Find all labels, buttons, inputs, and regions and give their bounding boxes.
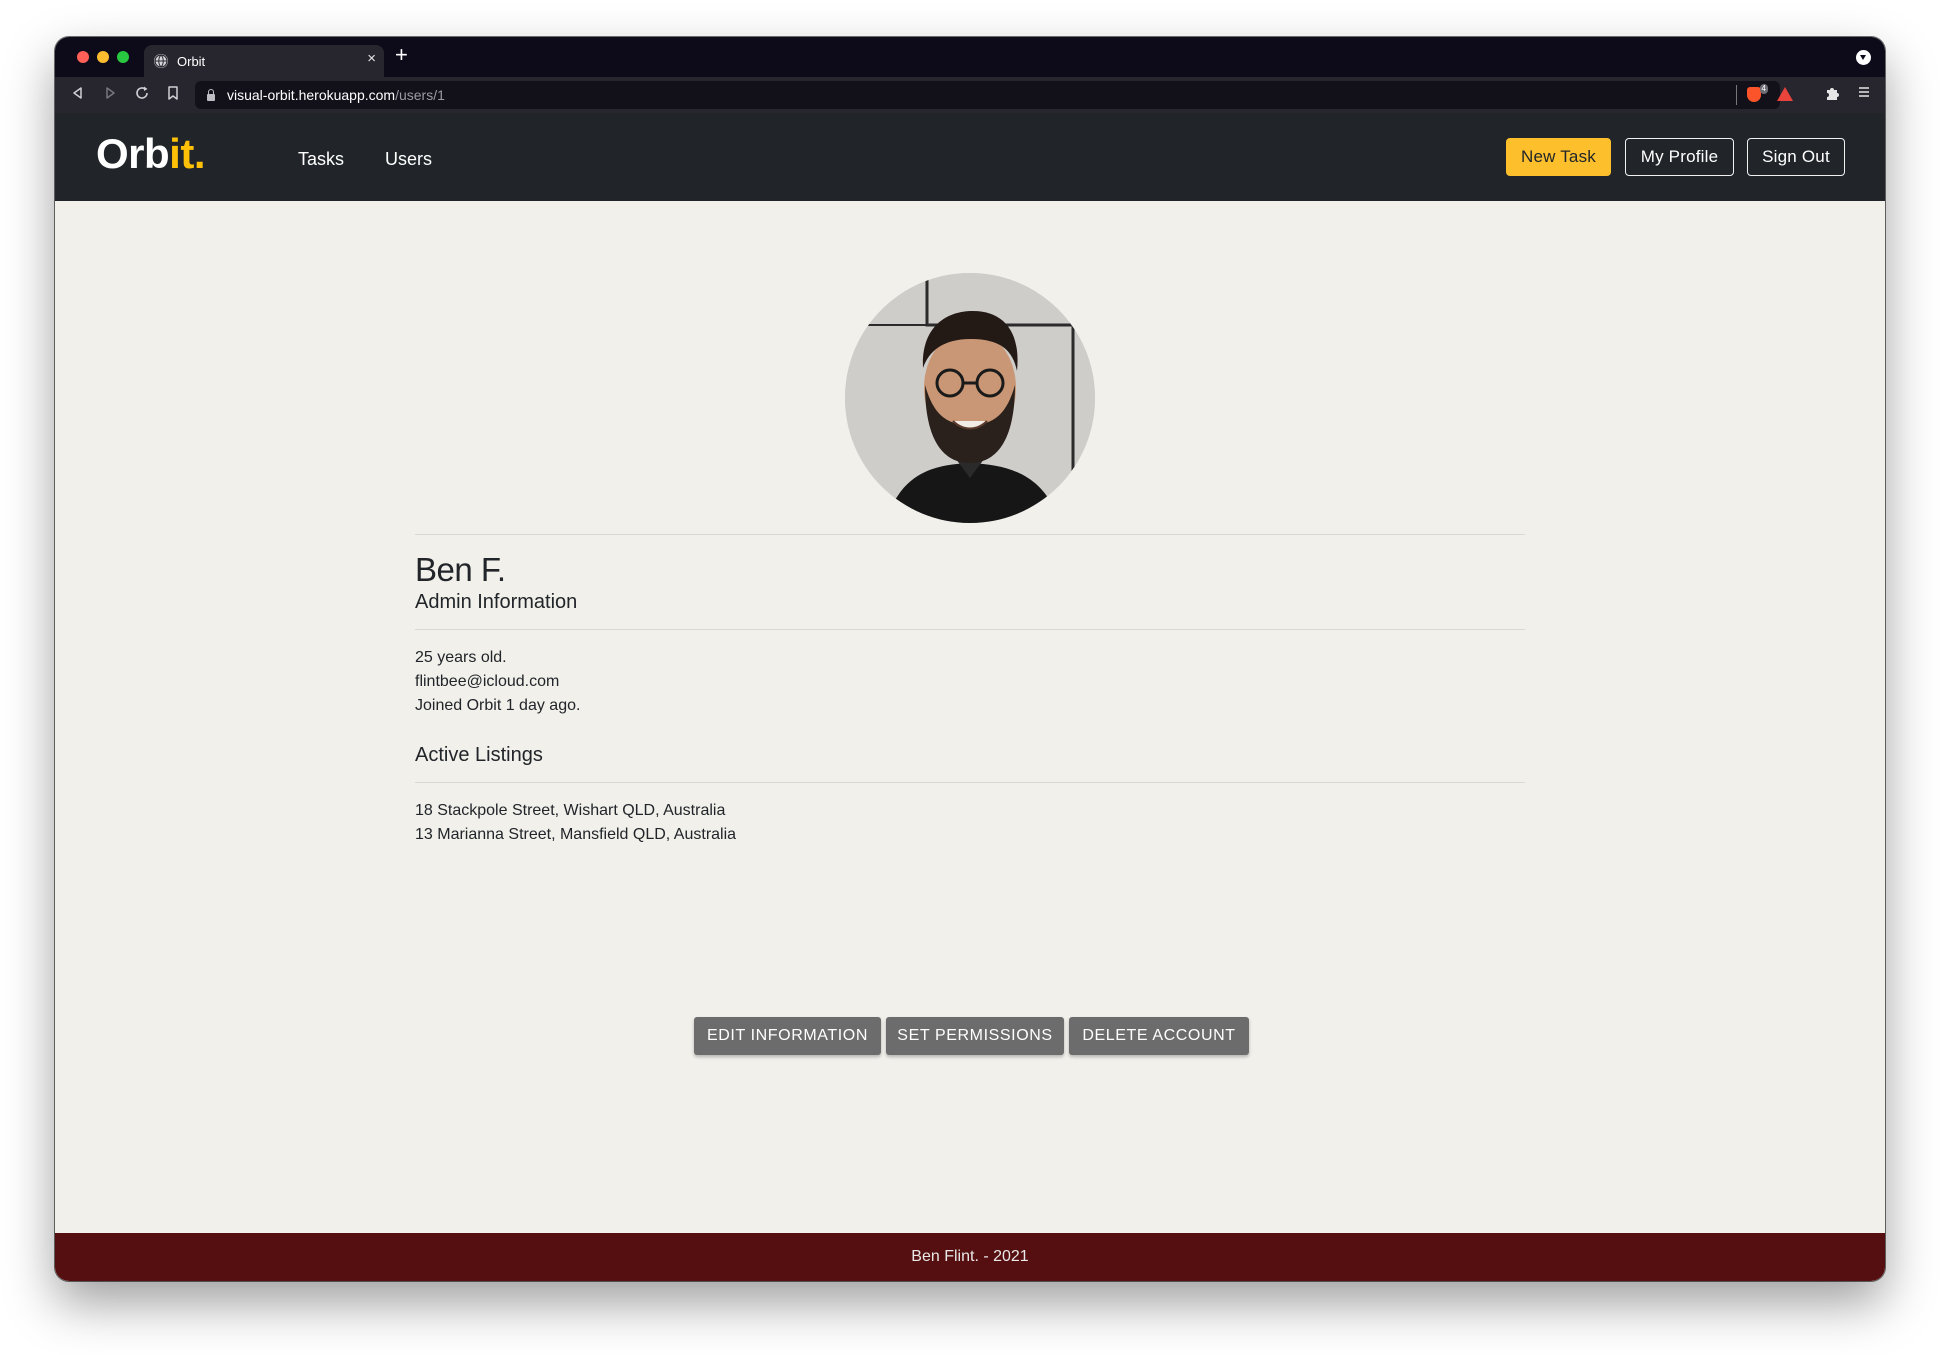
site-navbar: Orbit. Tasks Users New Task My Profile S… [55,113,1885,201]
reload-icon[interactable] [135,86,149,105]
orbit-logo[interactable]: Orbit. [96,130,206,178]
brave-rewards-icon[interactable] [1777,87,1793,101]
site-footer: Ben Flint. - 2021 [55,1233,1885,1281]
minimize-window-button[interactable] [97,51,109,63]
brave-shields-icon[interactable]: 4 [1747,84,1768,102]
divider [415,782,1525,783]
new-tab-button[interactable]: + [395,43,408,67]
divider [415,629,1525,630]
tab-title: Orbit [177,53,206,69]
back-icon[interactable] [71,86,85,105]
extensions-icon[interactable] [1824,85,1840,106]
nav-link-tasks[interactable]: Tasks [298,149,344,170]
new-task-button[interactable]: New Task [1506,138,1611,176]
delete-account-button[interactable]: DELETE ACCOUNT [1069,1017,1249,1055]
close-window-button[interactable] [77,51,89,63]
forward-icon[interactable] [103,86,117,105]
address-bar[interactable]: visual-orbit.herokuapp.com/users/1 [195,81,1780,109]
browser-toolbar: visual-orbit.herokuapp.com/users/1 4 [55,77,1885,113]
tab-strip: Orbit × + [55,37,1885,77]
avatar [845,273,1095,523]
browser-window: Orbit × + visual-orbit.herokuapp.com/use… [55,37,1885,1281]
brand-dot: . [193,130,206,177]
user-joined: Joined Orbit 1 day ago. [415,697,581,714]
divider [415,534,1525,535]
brand-main: Orb [96,130,170,177]
profile-menu-icon[interactable] [1856,50,1871,65]
browser-tab-orbit[interactable]: Orbit × [144,45,384,77]
url-host: visual-orbit.herokuapp.com [227,87,396,103]
toolbar-divider [1736,85,1737,105]
listing-item: 18 Stackpole Street, Wishart QLD, Austra… [415,802,726,819]
page-viewport: Orbit. Tasks Users New Task My Profile S… [55,113,1885,1281]
menu-icon[interactable] [1857,84,1871,104]
lock-icon [207,88,215,101]
close-tab-icon[interactable]: × [367,50,376,67]
brand-accent: it [169,130,194,177]
user-name: Ben F. [415,551,506,588]
user-age: 25 years old. [415,649,507,666]
active-listings-heading: Active Listings [415,744,543,766]
sign-out-button[interactable]: Sign Out [1747,138,1845,176]
shields-count-badge: 4 [1759,84,1768,94]
user-email: flintbee@icloud.com [415,673,560,690]
account-actions: EDIT INFORMATION SET PERMISSIONS DELETE … [694,1017,1249,1055]
url-path: /users/1 [395,87,445,103]
edit-information-button[interactable]: EDIT INFORMATION [694,1017,881,1055]
globe-icon [154,54,168,68]
listing-item: 13 Marianna Street, Mansfield QLD, Austr… [415,826,737,843]
footer-text: Ben Flint. - 2021 [911,1248,1029,1265]
set-permissions-button[interactable]: SET PERMISSIONS [886,1017,1064,1055]
admin-information-heading: Admin Information [415,591,578,613]
bookmark-icon[interactable] [167,86,179,105]
my-profile-button[interactable]: My Profile [1625,138,1734,176]
nav-link-users[interactable]: Users [385,149,432,170]
maximize-window-button[interactable] [117,51,129,63]
